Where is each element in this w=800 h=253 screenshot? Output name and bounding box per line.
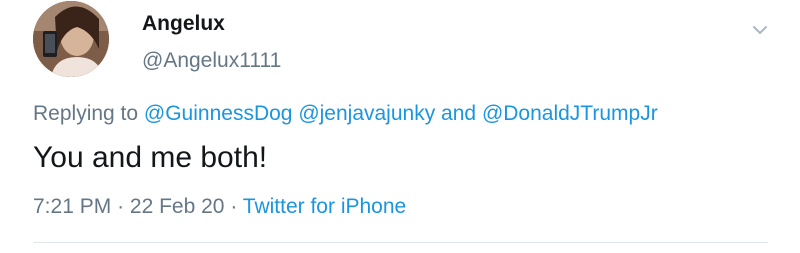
meta-separator: · — [117, 195, 125, 218]
mention-link-guinnessdog[interactable]: @GuinnessDog — [144, 102, 293, 125]
replying-to-label: Replying to — [33, 102, 139, 125]
mention-conjunction[interactable]: and — [441, 102, 476, 125]
meta-separator: · — [230, 195, 238, 218]
mention-link-jenjavajunky[interactable]: @jenjavajunky — [298, 102, 435, 125]
tweet-time[interactable]: 7:21 PM — [33, 195, 111, 218]
tweet-source-link[interactable]: Twitter for iPhone — [243, 195, 406, 218]
avatar[interactable] — [33, 1, 109, 77]
author-display-name[interactable]: Angelux — [142, 12, 225, 36]
chevron-down-icon — [753, 26, 767, 34]
tweet-text: You and me both! — [33, 141, 268, 174]
divider — [33, 242, 768, 243]
tweet-meta: 7:21 PM · 22 Feb 20 · Twitter for iPhone — [33, 195, 406, 219]
author-handle[interactable]: @Angelux1111 — [142, 49, 281, 73]
mention-link-donaldjtrumpjr[interactable]: @DonaldJTrumpJr — [482, 102, 658, 125]
replying-to-line: Replying to @GuinnessDog @jenjavajunky a… — [33, 102, 658, 126]
avatar-photo — [33, 1, 109, 77]
tweet-date[interactable]: 22 Feb 20 — [130, 195, 225, 218]
tweet-menu-button[interactable] — [748, 18, 772, 42]
